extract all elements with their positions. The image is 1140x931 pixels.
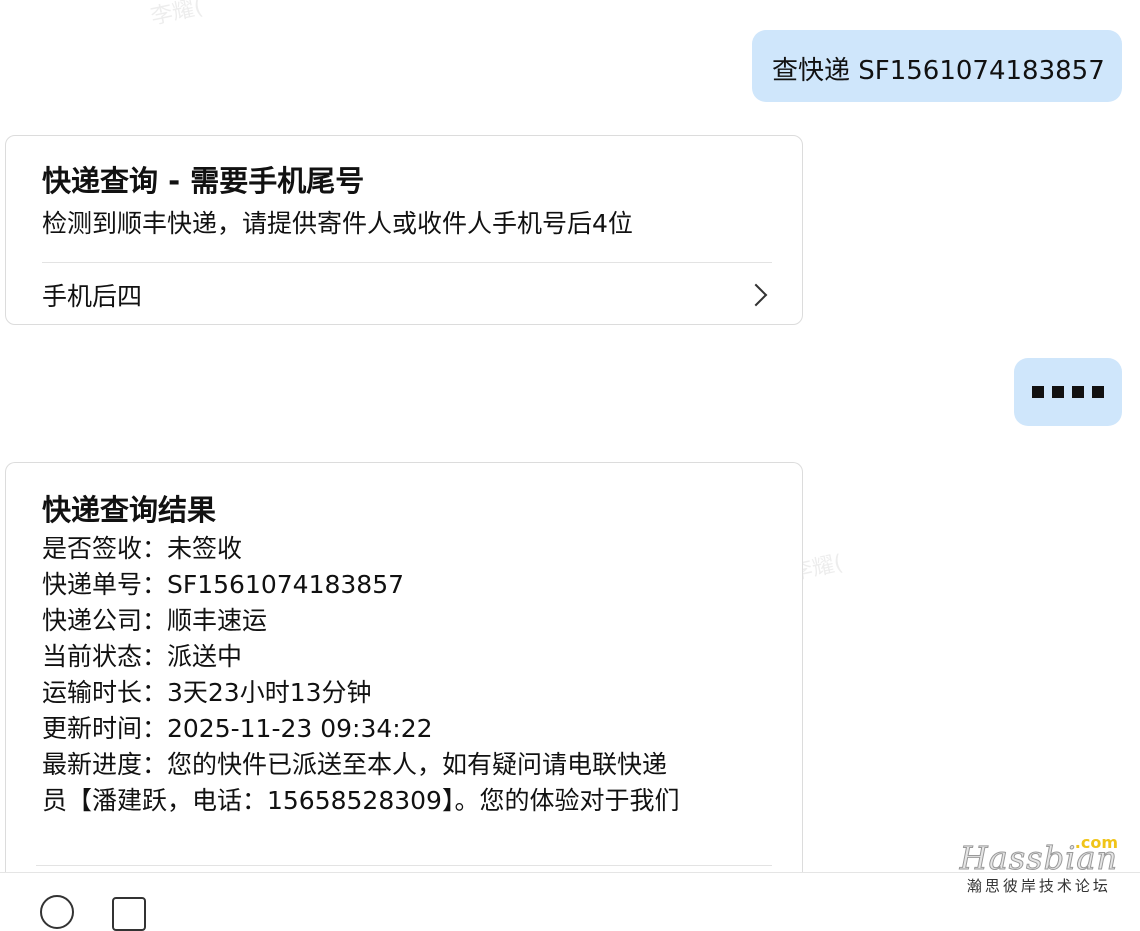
- mask-block: [1032, 386, 1044, 398]
- express-query-phone-card: 快递查询 - 需要手机尾号 检测到顺丰快递，请提供寄件人或收件人手机号后4位 手…: [5, 135, 803, 325]
- user-message-text: 查快递 SF1561074183857: [772, 56, 1105, 86]
- user-message-bubble-masked: [1014, 358, 1122, 426]
- card-description: 检测到顺丰快递，请提供寄件人或收件人手机号后4位: [42, 209, 633, 238]
- divider: [42, 262, 772, 263]
- mask-block: [1052, 386, 1064, 398]
- masked-digits: [1032, 386, 1104, 398]
- result-line-signed: 是否签收：未签收: [42, 534, 243, 563]
- user-message-bubble: 查快递 SF1561074183857: [752, 30, 1122, 102]
- square-icon[interactable]: [112, 897, 146, 931]
- result-line-progress: 最新进度：您的快件已派送至本人，如有疑问请电联快递: [42, 750, 668, 779]
- card-title: 快递查询结果: [42, 493, 217, 527]
- result-line-progress-cont: 员【潘建跃，电话：15658528309】。您的体验对于我们: [42, 786, 680, 815]
- logo-subtitle: 瀚思彼岸技术论坛: [966, 877, 1111, 895]
- circle-icon[interactable]: [40, 895, 74, 929]
- express-query-result-card: 快递查询结果 是否签收：未签收 快递单号：SF1561074183857 快递公…: [5, 462, 803, 892]
- card-title: 快递查询 - 需要手机尾号: [42, 164, 365, 198]
- mask-block: [1072, 386, 1084, 398]
- result-line-tracking-number: 快递单号：SF1561074183857: [42, 570, 405, 599]
- hassbian-logo: .com Hassbian 瀚思彼岸技术论坛: [959, 833, 1118, 896]
- action-label: 手机后四: [42, 282, 143, 311]
- mask-block: [1092, 386, 1104, 398]
- watermark-text: 李耀(: [148, 0, 206, 31]
- divider: [36, 865, 772, 866]
- result-line-duration: 运输时长：3天23小时13分钟: [42, 678, 372, 707]
- result-line-status: 当前状态：派送中: [42, 642, 243, 671]
- phone-last4-action[interactable]: 手机后四: [42, 277, 772, 313]
- logo-com: .com: [1074, 833, 1118, 852]
- result-line-company: 快递公司：顺丰速运: [42, 606, 268, 635]
- result-line-updated: 更新时间：2025-11-23 09:34:22: [42, 714, 433, 743]
- chevron-right-icon: [744, 283, 768, 307]
